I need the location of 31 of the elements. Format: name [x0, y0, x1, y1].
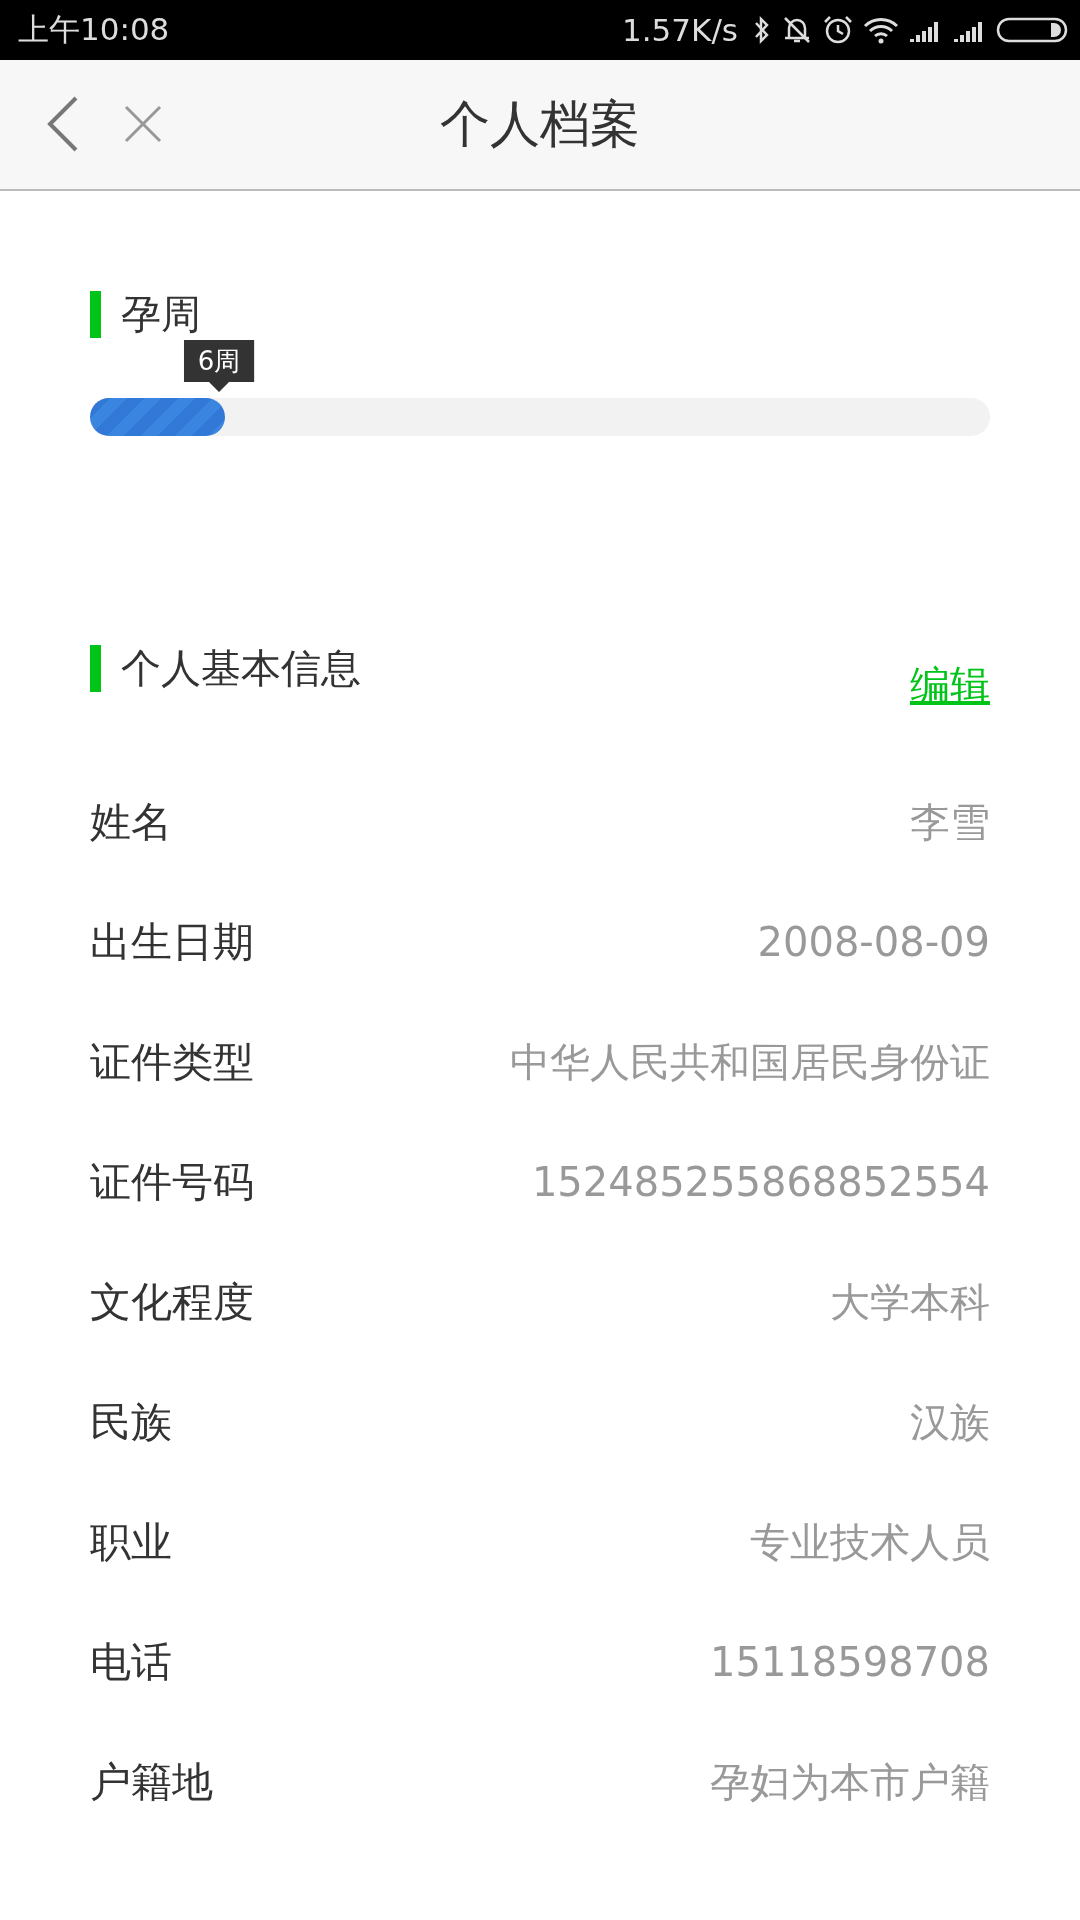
network-speed: 1.57K/s: [622, 12, 738, 48]
field-value: 汉族: [910, 1397, 990, 1447]
field-value: 2008-08-09: [757, 919, 990, 965]
field-label: 出生日期: [90, 916, 254, 968]
week-tooltip: 6周: [183, 340, 255, 392]
battery-icon: [996, 15, 1068, 45]
section-marker: [90, 644, 101, 692]
field-label: 电话: [90, 1636, 172, 1688]
status-time: 上午10:08: [18, 10, 170, 49]
field-label: 文化程度: [90, 1276, 254, 1328]
field-label: 户籍地: [90, 1756, 213, 1808]
field-value: 大学本科: [830, 1277, 990, 1327]
field-label: 证件类型: [90, 1036, 254, 1088]
field-label: 职业: [90, 1516, 172, 1568]
wifi-icon: [862, 15, 900, 45]
alarm-clock-icon: [822, 14, 854, 46]
section-title: 孕周: [121, 289, 201, 339]
section-marker: [90, 290, 101, 338]
edit-link[interactable]: 编辑: [910, 658, 990, 713]
field-value: 152485255868852554: [531, 1159, 990, 1205]
field-value: 李雪: [910, 797, 990, 847]
field-value: 15118598708: [710, 1639, 990, 1685]
field-label: 姓名: [90, 796, 172, 848]
field-value: 孕妇为本市户籍: [710, 1757, 990, 1807]
page-title: 个人档案: [440, 94, 640, 155]
section-title: 个人基本信息: [121, 643, 361, 693]
field-label: 民族: [90, 1396, 172, 1448]
field-value: 专业技术人员: [750, 1517, 990, 1567]
field-value: 中华人民共和国居民身份证: [510, 1037, 990, 1087]
close-icon[interactable]: [123, 104, 163, 144]
field-label: 证件号码: [90, 1156, 254, 1208]
